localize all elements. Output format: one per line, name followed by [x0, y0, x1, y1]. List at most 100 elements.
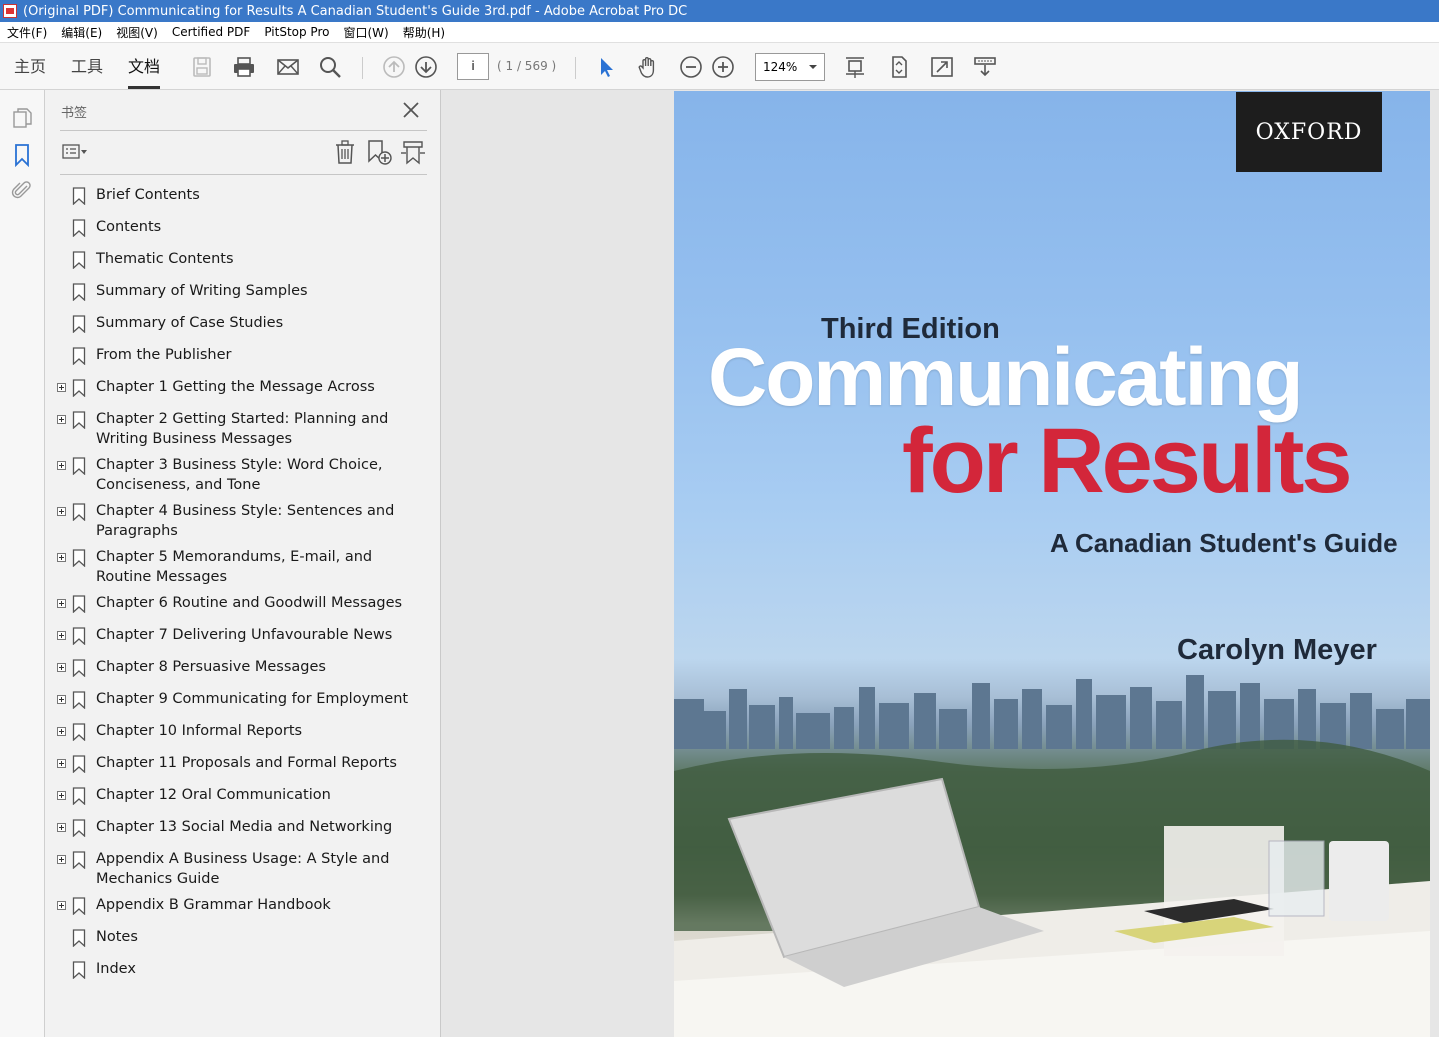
bookmark-icon	[72, 411, 86, 430]
menu-help[interactable]: 帮助(H)	[396, 24, 452, 41]
close-icon[interactable]	[401, 100, 421, 120]
scroll-mode-icon[interactable]	[843, 55, 867, 79]
panel-divider	[60, 174, 427, 175]
bookmark-label: Chapter 8 Persuasive Messages	[96, 659, 326, 675]
bookmark-label: Chapter 4 Business Style: Sentences and …	[96, 503, 395, 539]
bookmark-label: Chapter 7 Delivering Unfavourable News	[96, 627, 393, 643]
search-icon[interactable]	[318, 55, 342, 79]
bookmark-label: Chapter 12 Oral Communication	[96, 787, 331, 803]
bookmark-icon	[72, 691, 86, 710]
previous-page-icon[interactable]	[382, 55, 406, 79]
bookmark-label: Chapter 10 Informal Reports	[96, 723, 303, 739]
expand-plus-icon[interactable]	[57, 823, 66, 832]
bookmark-label: Index	[96, 961, 136, 977]
bookmark-label: Chapter 13 Social Media and Networking	[96, 819, 393, 835]
attachments-icon[interactable]	[10, 178, 34, 202]
page-number-input[interactable]: i	[457, 53, 489, 80]
expand-plus-icon[interactable]	[57, 553, 66, 562]
bookmarks-panel-icon[interactable]	[10, 143, 34, 168]
full-screen-icon[interactable]	[930, 55, 954, 79]
expand-plus-icon[interactable]	[57, 855, 66, 864]
bookmark-label: Summary of Case Studies	[96, 315, 284, 331]
bookmark-label: From the Publisher	[96, 347, 232, 363]
expand-plus-icon[interactable]	[57, 599, 66, 608]
bookmark-icon	[72, 347, 86, 366]
window-title-bar: (Original PDF) Communicating for Results…	[0, 0, 1439, 22]
print-icon[interactable]	[232, 55, 256, 79]
menu-view[interactable]: 视图(V)	[109, 24, 165, 41]
page-count: ( 1 / 569 )	[497, 59, 557, 73]
menu-bar: 文件(F) 编辑(E) 视图(V) Certified PDF PitStop …	[0, 22, 1439, 43]
menu-certified-pdf[interactable]: Certified PDF	[165, 25, 258, 39]
bookmark-label: Chapter 6 Routine and Goodwill Messages	[96, 595, 403, 611]
email-icon[interactable]	[276, 55, 300, 79]
bookmark-icon	[72, 787, 86, 806]
tab-tools[interactable]: 工具	[71, 53, 103, 89]
bookmark-label: Chapter 9 Communicating for Employment	[96, 691, 409, 707]
save-icon[interactable]	[190, 55, 214, 79]
zoom-out-icon[interactable]	[679, 55, 703, 79]
bookmark-label: Appendix B Grammar Handbook	[96, 897, 331, 913]
bookmark-label: Chapter 5 Memorandums, E-mail, and Routi…	[96, 549, 373, 585]
cover-title-line2: for Results	[902, 410, 1353, 512]
bookmark-icon	[72, 819, 86, 838]
bookmark-label: Chapter 3 Business Style: Word Choice, C…	[96, 457, 383, 493]
cover-subtitle: A Canadian Student's Guide	[1050, 528, 1398, 558]
expand-plus-icon[interactable]	[57, 759, 66, 768]
chevron-down-icon	[809, 65, 817, 69]
bookmark-label: Chapter 2 Getting Started: Planning and …	[96, 411, 389, 447]
next-page-icon[interactable]	[414, 55, 438, 79]
expand-plus-icon[interactable]	[57, 727, 66, 736]
menu-pitstop-pro[interactable]: PitStop Pro	[257, 25, 336, 39]
expand-plus-icon[interactable]	[57, 383, 66, 392]
select-cursor-icon[interactable]	[594, 55, 618, 79]
bookmark-label: Chapter 11 Proposals and Formal Reports	[96, 755, 397, 771]
bookmark-icon	[72, 549, 86, 568]
navigation-pane-strip	[0, 90, 45, 1037]
hand-tool-icon[interactable]	[636, 55, 660, 79]
zoom-in-icon[interactable]	[711, 55, 735, 79]
menu-edit[interactable]: 编辑(E)	[54, 24, 109, 41]
page-thumbnails-icon[interactable]	[10, 106, 34, 130]
book-cover-page: OXFORD Third Edition Communicating for R…	[674, 91, 1430, 1037]
toolbar-separator	[575, 57, 576, 79]
bookmark-icon	[72, 595, 86, 614]
expand-plus-icon[interactable]	[57, 631, 66, 640]
laptop-table-image	[674, 739, 1430, 1037]
expand-plus-icon[interactable]	[57, 695, 66, 704]
bookmark-label: Thematic Contents	[96, 251, 234, 267]
tab-document[interactable]: 文档	[128, 53, 161, 89]
toolbar-separator	[362, 57, 363, 79]
bookmark-icon	[72, 219, 86, 238]
bookmark-label: Appendix A Business Usage: A Style and M…	[96, 851, 390, 887]
bookmark-icon	[72, 851, 86, 870]
delete-bookmark-icon[interactable]	[332, 139, 358, 165]
bookmark-icon	[72, 457, 86, 476]
new-bookmark-icon[interactable]	[366, 139, 392, 165]
options-menu-icon[interactable]	[61, 139, 87, 165]
zoom-level-select[interactable]: 124%	[755, 53, 825, 81]
window-title: (Original PDF) Communicating for Results…	[23, 3, 688, 19]
bookmark-icon	[72, 283, 86, 302]
expand-plus-icon[interactable]	[57, 901, 66, 910]
expand-plus-icon[interactable]	[57, 415, 66, 424]
bookmark-label: Notes	[96, 929, 138, 945]
bookmark-icon	[72, 659, 86, 678]
main-toolbar: 主页 工具 文档 i ( 1 / 569 ) 124%	[0, 43, 1439, 90]
acrobat-app-icon	[3, 4, 17, 18]
bookmark-icon	[72, 961, 86, 980]
read-mode-icon[interactable]	[973, 55, 997, 79]
publisher-logo: OXFORD	[1236, 92, 1382, 172]
bookmark-icon	[72, 315, 86, 334]
tab-home[interactable]: 主页	[14, 53, 46, 89]
menu-file[interactable]: 文件(F)	[0, 24, 54, 41]
menu-window[interactable]: 窗口(W)	[336, 24, 395, 41]
expand-bookmark-icon[interactable]	[400, 139, 426, 165]
bookmark-label: Chapter 1 Getting the Message Across	[96, 379, 375, 395]
expand-plus-icon[interactable]	[57, 507, 66, 516]
expand-plus-icon[interactable]	[57, 663, 66, 672]
zoom-level-value: 124%	[763, 60, 798, 74]
expand-plus-icon[interactable]	[57, 461, 66, 470]
expand-plus-icon[interactable]	[57, 791, 66, 800]
fit-page-icon[interactable]	[887, 55, 911, 79]
